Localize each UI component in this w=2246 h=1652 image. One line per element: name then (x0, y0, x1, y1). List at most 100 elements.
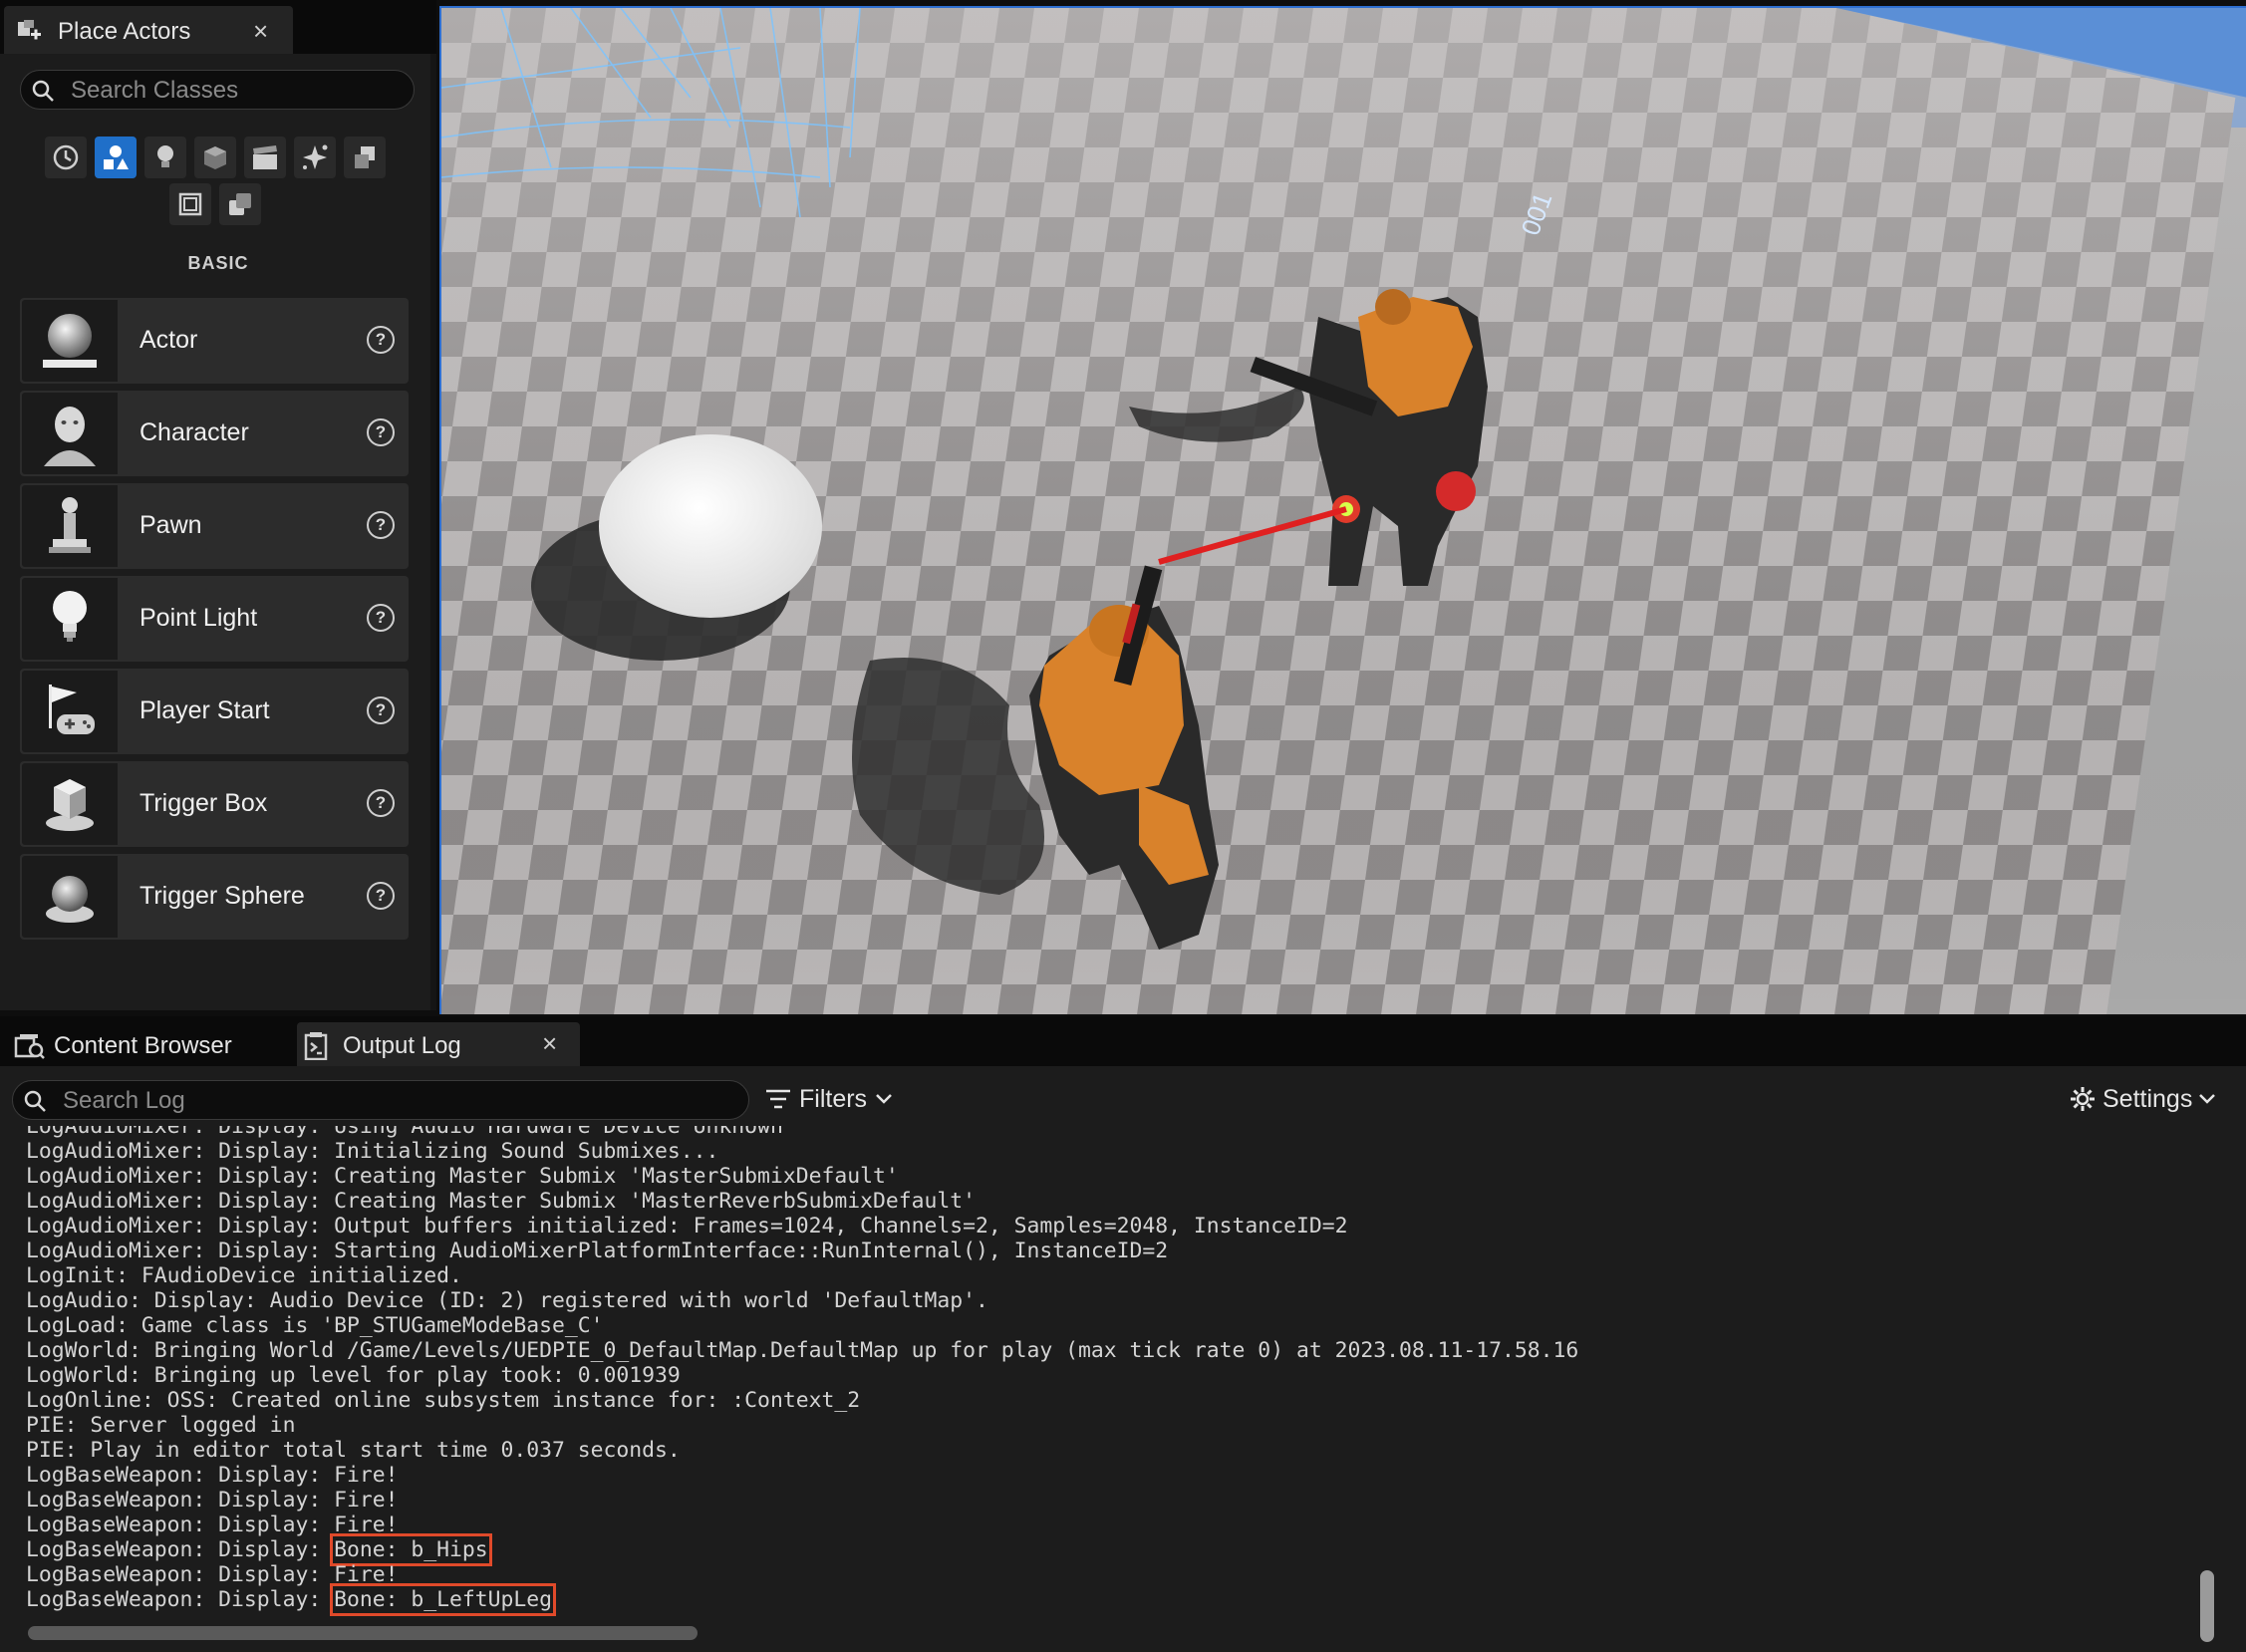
actor-item-label: Trigger Box (140, 789, 268, 817)
help-icon[interactable]: ? (367, 696, 395, 724)
help-icon[interactable]: ? (367, 326, 395, 354)
help-icon[interactable]: ? (367, 604, 395, 632)
character-head-icon (22, 393, 118, 474)
gear-icon (2071, 1087, 2095, 1111)
search-classes-input[interactable] (69, 75, 402, 107)
bottom-tabbar: Content Browser Output Log × (0, 1016, 2246, 1066)
log-line: LogBaseWeapon: Display: Bone: b_LeftUpLe… (26, 1583, 1578, 1616)
log-line-text: LogAudioMixer: Display: Initializing Sou… (26, 1139, 719, 1164)
actor-item-character[interactable]: Character ? (20, 391, 409, 476)
log-line: LogWorld: Bringing up level for play too… (26, 1363, 1578, 1388)
place-actors-tab-label: Place Actors (58, 18, 191, 45)
trigger-sphere-icon (22, 856, 118, 938)
search-classes-box[interactable] (20, 70, 415, 110)
log-line-text: LogAudio: Display: Audio Device (ID: 2) … (26, 1288, 988, 1313)
log-line-text: LogAudioMixer: Display: Creating Master … (26, 1164, 899, 1189)
actor-item-label: Point Light (140, 604, 258, 632)
log-line-text: LogBaseWeapon: Display: Fire! (26, 1513, 399, 1537)
help-icon[interactable]: ? (367, 882, 395, 910)
actor-sphere-icon (22, 300, 118, 382)
log-line-text: LogWorld: Bringing World /Game/Levels/UE… (26, 1338, 1579, 1363)
output-log-icon (304, 1032, 328, 1060)
geometry-icon[interactable] (344, 137, 386, 178)
actor-item-point-light[interactable]: Point Light ? (20, 576, 409, 662)
log-line-text: LogAudioMixer: Display: Starting AudioMi… (26, 1239, 1169, 1263)
level-viewport[interactable]: 001 (439, 6, 2246, 1014)
content-browser-tab-label: Content Browser (54, 1032, 232, 1059)
settings-button[interactable]: Settings (2069, 1080, 2216, 1118)
cinematic-cube-icon[interactable] (194, 137, 236, 178)
vertical-scrollbar[interactable] (2200, 1570, 2214, 1642)
actor-item-label: Actor (140, 326, 198, 354)
close-icon[interactable]: × (253, 16, 268, 47)
log-line-text: LogInit: FAudioDevice initialized. (26, 1263, 462, 1288)
log-line: LogAudioMixer: Display: Using Audio Hard… (26, 1126, 1578, 1139)
log-line-text: PIE: Server logged in (26, 1413, 296, 1438)
chevron-down-icon (876, 1094, 892, 1104)
log-line-text: LogBaseWeapon: Display: Fire! (26, 1463, 399, 1488)
log-line-text: LogBaseWeapon: Display: Fire! (26, 1562, 399, 1587)
log-line-text: PIE: Play in editor total start time 0.0… (26, 1438, 681, 1463)
search-log-input[interactable] (61, 1085, 732, 1117)
actor-item-label: Trigger Sphere (140, 882, 305, 910)
filter-icon (766, 1089, 790, 1109)
lights-icon[interactable] (144, 137, 186, 178)
log-line: LogAudioMixer: Display: Creating Master … (26, 1164, 1578, 1189)
recent-clock-icon[interactable] (45, 137, 87, 178)
log-line-text: LogBaseWeapon: Display: Fire! (26, 1488, 399, 1513)
actor-item-pawn[interactable]: Pawn ? (20, 483, 409, 569)
actor-item-trigger-sphere[interactable]: Trigger Sphere ? (20, 854, 409, 940)
actor-item-player-start[interactable]: Player Start ? (20, 669, 409, 754)
log-line: LogInit: FAudioDevice initialized. (26, 1263, 1578, 1288)
log-lines: LogAudioMixer: Display: Using Audio Hard… (26, 1126, 1579, 1616)
settings-label: Settings (2103, 1084, 2193, 1113)
search-log-box[interactable] (12, 1080, 749, 1120)
filters-label: Filters (799, 1084, 868, 1113)
help-icon[interactable]: ? (367, 418, 395, 446)
tab-content-browser[interactable]: Content Browser (8, 1022, 293, 1066)
log-line-text: LogOnline: OSS: Created online subsystem… (26, 1388, 861, 1413)
log-line: LogBaseWeapon: Display: Fire! (26, 1562, 1578, 1587)
log-line: PIE: Server logged in (26, 1413, 1578, 1438)
player-start-flag-icon (22, 671, 118, 752)
trigger-box-icon (22, 763, 118, 845)
actor-item-actor[interactable]: Actor ? (20, 298, 409, 384)
search-icon (32, 80, 54, 102)
log-line-text: LogAudioMixer: Display: Creating Master … (26, 1189, 976, 1214)
highlighted-bone-text: Bone: b_LeftUpLeg (330, 1583, 557, 1616)
place-actors-panel: Place Actors × Search Classes BASIC Acto… (0, 0, 436, 1010)
place-actors-tabbar: Place Actors × (0, 0, 436, 54)
tab-place-actors[interactable]: Place Actors × (4, 6, 293, 54)
log-line-text: LogLoad: Game class is 'BP_STUGameModeBa… (26, 1313, 604, 1338)
chevron-down-icon (2199, 1094, 2216, 1104)
log-line: LogOnline: OSS: Created online subsystem… (26, 1388, 1578, 1413)
basic-shapes-icon[interactable] (95, 137, 137, 178)
log-line: LogAudioMixer: Display: Initializing Sou… (26, 1139, 1578, 1164)
output-log-area[interactable]: LogAudioMixer: Display: Using Audio Hard… (0, 1126, 2246, 1652)
place-actors-icon (18, 20, 41, 40)
light-bulb-icon (22, 578, 118, 660)
visual-effects-icon[interactable] (294, 137, 336, 178)
tab-output-log[interactable]: Output Log × (297, 1022, 580, 1066)
all-classes-icon[interactable] (219, 183, 261, 225)
clapperboard-icon[interactable] (244, 137, 286, 178)
highlighted-bone-text: Bone: b_Hips (330, 1533, 492, 1566)
log-line: LogBaseWeapon: Display: Fire! (26, 1488, 1578, 1513)
actor-item-label: Pawn (140, 511, 202, 539)
help-icon[interactable]: ? (367, 789, 395, 817)
log-line: LogAudioMixer: Display: Creating Master … (26, 1189, 1578, 1214)
log-line: LogBaseWeapon: Display: Fire! (26, 1463, 1578, 1488)
help-icon[interactable]: ? (367, 511, 395, 539)
filters-button[interactable]: Filters (765, 1080, 893, 1118)
volumes-icon[interactable] (169, 183, 211, 225)
log-line-text: LogBaseWeapon: Display: (26, 1587, 335, 1612)
log-line: LogBaseWeapon: Display: Bone: b_Hips (26, 1533, 1578, 1566)
actor-item-label: Character (140, 418, 249, 446)
log-line: LogAudio: Display: Audio Device (ID: 2) … (26, 1288, 1578, 1313)
horizontal-scrollbar[interactable] (28, 1626, 698, 1640)
search-icon (24, 1090, 46, 1112)
actor-item-trigger-box[interactable]: Trigger Box ? (20, 761, 409, 847)
section-label-basic: BASIC (187, 253, 249, 273)
close-icon[interactable]: × (542, 1028, 557, 1059)
log-line: PIE: Play in editor total start time 0.0… (26, 1438, 1578, 1463)
